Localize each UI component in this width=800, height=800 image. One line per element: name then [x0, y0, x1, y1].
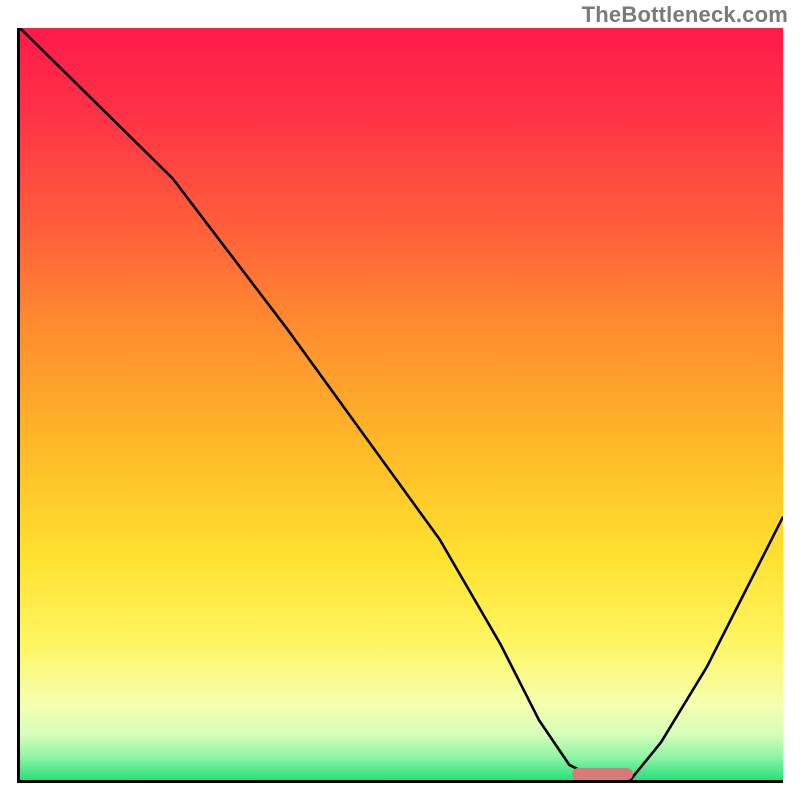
curve-path: [20, 28, 783, 780]
optimal-marker: [572, 768, 633, 780]
chart-container: TheBottleneck.com: [0, 0, 800, 800]
watermark-text: TheBottleneck.com: [582, 2, 788, 28]
bottleneck-curve: [20, 28, 783, 780]
plot-area: [17, 28, 783, 783]
